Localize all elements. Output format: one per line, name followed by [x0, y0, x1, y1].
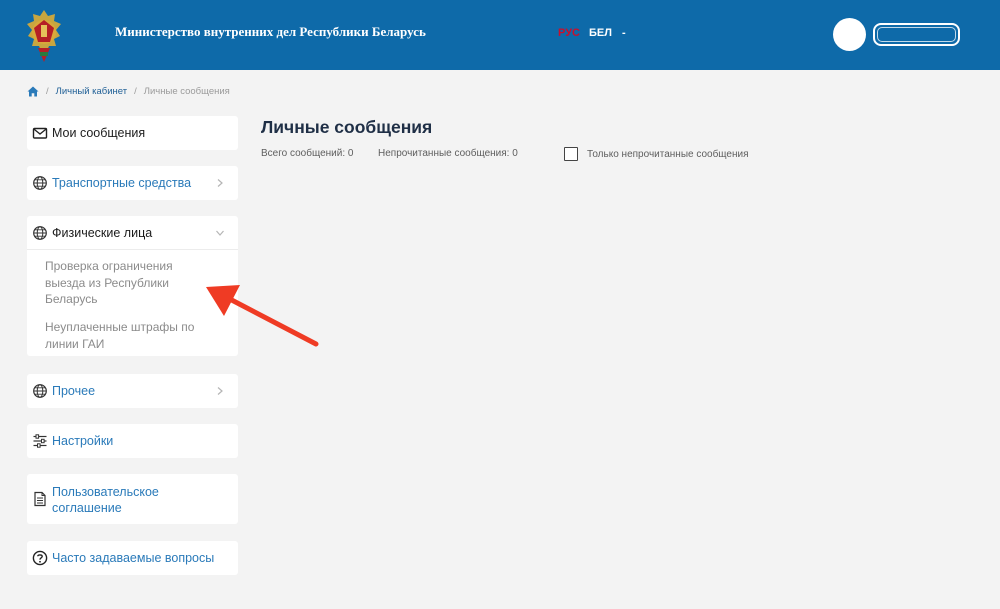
sidebar-item-label: Настройки — [52, 434, 114, 448]
sidebar-item-my-messages[interactable]: Мои сообщения — [27, 116, 238, 150]
chevron-right-icon — [217, 179, 223, 187]
home-icon[interactable] — [27, 86, 39, 97]
sidebar-item-user-agreement[interactable]: Пользовательское соглашение — [27, 474, 238, 524]
annotation-arrow-icon — [206, 285, 319, 347]
language-ru-link[interactable]: РУС — [558, 27, 580, 39]
language-be-link[interactable]: БЕЛ — [589, 27, 612, 39]
breadcrumb-separator: / — [46, 86, 49, 97]
globe-icon — [33, 226, 47, 240]
sidebar-item-settings[interactable]: Настройки — [27, 424, 238, 458]
envelope-icon — [32, 127, 48, 139]
language-separator: - — [622, 27, 626, 39]
header-bar: Министерство внутренних дел Республики Б… — [0, 0, 1000, 70]
document-icon — [34, 491, 46, 507]
chevron-right-icon — [217, 387, 223, 395]
sidebar-item-label: Транспортные средства — [52, 176, 192, 190]
emblem-logo[interactable] — [24, 8, 64, 64]
total-messages-count: Всего сообщений: 0 — [261, 148, 354, 159]
user-avatar[interactable] — [833, 18, 866, 51]
sidebar-subitem-exit-restriction[interactable]: Проверка ограничения выезда из Республик… — [45, 258, 205, 308]
breadcrumb-personal-cabinet[interactable]: Личный кабинет — [56, 86, 127, 97]
unread-messages-count: Непрочитанные сообщения: 0 — [378, 148, 518, 159]
sidebar-item-label: Пользовательское соглашение — [52, 485, 159, 515]
sidebar-item-label: Физические лица — [52, 225, 153, 240]
sidebar-item-other[interactable]: Прочее — [27, 374, 238, 408]
sidebar-item-label: Часто задаваемые вопросы — [52, 551, 215, 565]
question-circle-icon — [32, 550, 48, 566]
sidebar-item-vehicles[interactable]: Транспортные средства — [27, 166, 238, 200]
ministry-title: Министерство внутренних дел Республики Б… — [115, 24, 426, 39]
globe-icon — [33, 384, 47, 398]
breadcrumb-current: Личные сообщения — [143, 86, 230, 97]
breadcrumb-separator: / — [134, 86, 137, 97]
sliders-icon — [33, 434, 47, 448]
sidebar-item-label: Мои сообщения — [52, 126, 146, 140]
page-title: Личные сообщения — [261, 117, 433, 137]
unread-only-checkbox[interactable] — [564, 147, 578, 161]
sidebar-item-faq[interactable]: Часто задаваемые вопросы — [27, 541, 238, 575]
breadcrumb: / Личный кабинет / Личные сообщения — [27, 86, 230, 97]
sidebar-item-label: Прочее — [52, 384, 96, 398]
globe-icon — [33, 176, 47, 190]
unread-only-label[interactable]: Только непрочитанные сообщения — [587, 149, 749, 160]
sidebar-subitem-unpaid-fines[interactable]: Неуплаченные штрафы по линии ГАИ — [45, 319, 220, 352]
sidebar-item-individuals[interactable]: Физические лица — [27, 216, 238, 250]
user-menu-button[interactable] — [873, 23, 960, 46]
chevron-down-icon — [216, 230, 224, 236]
